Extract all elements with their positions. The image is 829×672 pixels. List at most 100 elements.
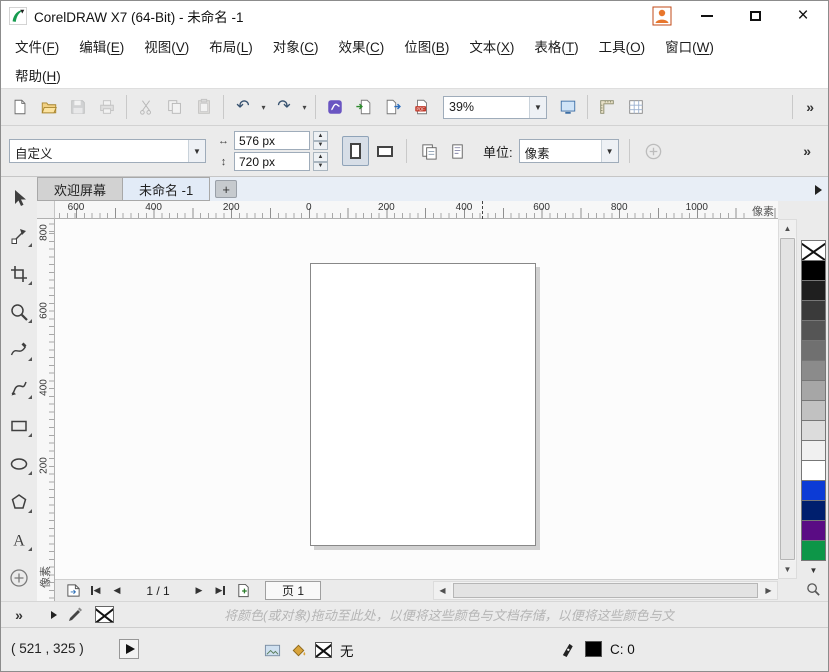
units-combobox[interactable]: 像素 ▼	[519, 139, 619, 163]
no-color-swatch[interactable]	[801, 240, 826, 261]
pick-tool[interactable]	[7, 185, 32, 210]
redo-button[interactable]: ↷	[270, 93, 298, 121]
undo-button[interactable]: ↶	[229, 93, 257, 121]
show-rulers-button[interactable]	[593, 93, 621, 121]
color-swatch-5a0c84[interactable]	[801, 520, 826, 541]
cut-button[interactable]	[132, 93, 160, 121]
menu-item[interactable]: 编辑(E)	[69, 36, 134, 56]
publish-pdf-button[interactable]: PDF	[408, 93, 436, 121]
page-tab[interactable]: 页 1	[265, 581, 321, 600]
print-button[interactable]	[93, 93, 121, 121]
color-swatch-1f1f1f[interactable]	[801, 280, 826, 301]
menu-item[interactable]: 帮助(H)	[5, 65, 71, 85]
tab-scroll-right-icon[interactable]	[815, 185, 822, 195]
previous-page-button[interactable]: ◀	[107, 582, 127, 600]
import-button[interactable]	[350, 93, 378, 121]
new-document-button[interactable]	[6, 93, 34, 121]
menu-item[interactable]: 对象(C)	[263, 36, 329, 56]
stepper-down-icon[interactable]: ▼	[313, 162, 328, 172]
color-swatch-0d9648[interactable]	[801, 540, 826, 561]
new-tab-button[interactable]: +	[215, 180, 237, 198]
paste-button[interactable]	[190, 93, 218, 121]
stepper-up-icon[interactable]: ▲	[313, 131, 328, 141]
next-page-button[interactable]: ▶	[189, 582, 209, 600]
text-tool[interactable]: A	[7, 527, 32, 552]
scroll-down-button[interactable]: ▼	[779, 561, 796, 578]
property-bar-overflow-button[interactable]: »	[794, 143, 820, 159]
scroll-up-button[interactable]: ▲	[779, 220, 796, 237]
minimize-button[interactable]	[694, 6, 720, 26]
menu-item[interactable]: 文件(F)	[5, 36, 69, 56]
save-button[interactable]	[64, 93, 92, 121]
export-button[interactable]	[379, 93, 407, 121]
color-swatch-c1c1c1[interactable]	[801, 400, 826, 421]
preset-dropdown-arrow-icon[interactable]: ▼	[188, 140, 205, 162]
menu-item[interactable]: 工具(O)	[589, 36, 656, 56]
freehand-tool[interactable]	[7, 337, 32, 362]
color-swatch-a6a6a6[interactable]	[801, 380, 826, 401]
crop-tool[interactable]	[7, 261, 32, 286]
zoom-level-combobox[interactable]: 39% ▼	[443, 96, 547, 119]
menu-item[interactable]: 效果(C)	[329, 36, 395, 56]
menu-item[interactable]: 文本(X)	[459, 36, 524, 56]
artistic-media-tool[interactable]	[7, 375, 32, 400]
add-page-size-button[interactable]	[640, 137, 668, 165]
menu-item[interactable]: 表格(T)	[524, 36, 588, 56]
document-page[interactable]	[310, 263, 536, 546]
page-sorter-button[interactable]	[63, 582, 83, 600]
scroll-right-button[interactable]: ▶	[760, 582, 777, 599]
color-swatch-8b8b8b[interactable]	[801, 360, 826, 381]
color-swatch-555555[interactable]	[801, 320, 826, 341]
toolbar-overflow-button[interactable]: »	[797, 99, 823, 115]
add-page-button[interactable]	[233, 582, 253, 600]
stepper-down-icon[interactable]: ▼	[313, 141, 328, 151]
account-icon[interactable]	[652, 6, 672, 26]
vertical-scrollbar-thumb[interactable]	[780, 238, 795, 560]
open-button[interactable]	[35, 93, 63, 121]
vertical-ruler[interactable]: 像素 800600400200	[37, 219, 55, 601]
palette-scroll-down-button[interactable]: ▼	[801, 564, 826, 577]
polygon-tool[interactable]	[7, 489, 32, 514]
document-tab[interactable]: 欢迎屏幕	[37, 177, 123, 201]
vertical-scrollbar[interactable]: ▲ ▼	[778, 219, 797, 579]
color-swatch-707070[interactable]	[801, 340, 826, 361]
scroll-left-button[interactable]: ◀	[434, 582, 451, 599]
color-swatch-000000[interactable]	[801, 260, 826, 281]
zoom-dropdown-arrow-icon[interactable]: ▼	[529, 97, 546, 118]
menu-item[interactable]: 视图(V)	[134, 36, 199, 56]
palette-flyout-arrow-icon[interactable]	[51, 611, 57, 619]
undo-dropdown-button[interactable]: ▾	[258, 93, 269, 121]
color-swatch-3a3a3a[interactable]	[801, 300, 826, 321]
close-button[interactable]: ×	[790, 6, 816, 26]
show-grid-button[interactable]	[622, 93, 650, 121]
page-height-stepper[interactable]: ▲▼	[313, 152, 328, 171]
document-no-color-swatch[interactable]	[95, 606, 114, 623]
first-page-button[interactable]: ◀	[85, 582, 105, 600]
color-swatch-ffffff[interactable]	[801, 460, 826, 481]
page-width-input[interactable]	[234, 131, 310, 150]
page-height-input[interactable]	[234, 152, 310, 171]
color-swatch-dcdcdc[interactable]	[801, 420, 826, 441]
portrait-button[interactable]	[342, 136, 369, 166]
ellipse-tool[interactable]	[7, 451, 32, 476]
eyedropper-icon[interactable]	[65, 606, 85, 624]
color-swatch-f0f0f0[interactable]	[801, 440, 826, 461]
copy-button[interactable]	[161, 93, 189, 121]
search-content-button[interactable]	[321, 93, 349, 121]
last-page-button[interactable]: ▶	[211, 582, 231, 600]
document-tab[interactable]: 未命名 -1	[123, 177, 210, 201]
page-width-stepper[interactable]: ▲▼	[313, 131, 328, 150]
play-button[interactable]	[119, 639, 139, 659]
rectangle-tool[interactable]	[7, 413, 32, 438]
horizontal-scrollbar-thumb[interactable]	[453, 583, 758, 598]
horizontal-ruler[interactable]: 像素 60040020002004006008001000	[55, 201, 778, 219]
add-tools-button[interactable]	[7, 565, 32, 590]
horizontal-scrollbar[interactable]: ◀ ▶	[433, 581, 778, 600]
shape-tool[interactable]	[7, 223, 32, 248]
palette-expand-button[interactable]	[803, 579, 824, 599]
page-size-preset-combobox[interactable]: 自定义 ▼	[9, 139, 206, 163]
units-dropdown-arrow-icon[interactable]: ▼	[601, 140, 618, 162]
menu-item[interactable]: 窗口(W)	[655, 36, 724, 56]
apply-all-pages-button[interactable]	[415, 137, 443, 165]
fullscreen-preview-button[interactable]	[554, 93, 582, 121]
